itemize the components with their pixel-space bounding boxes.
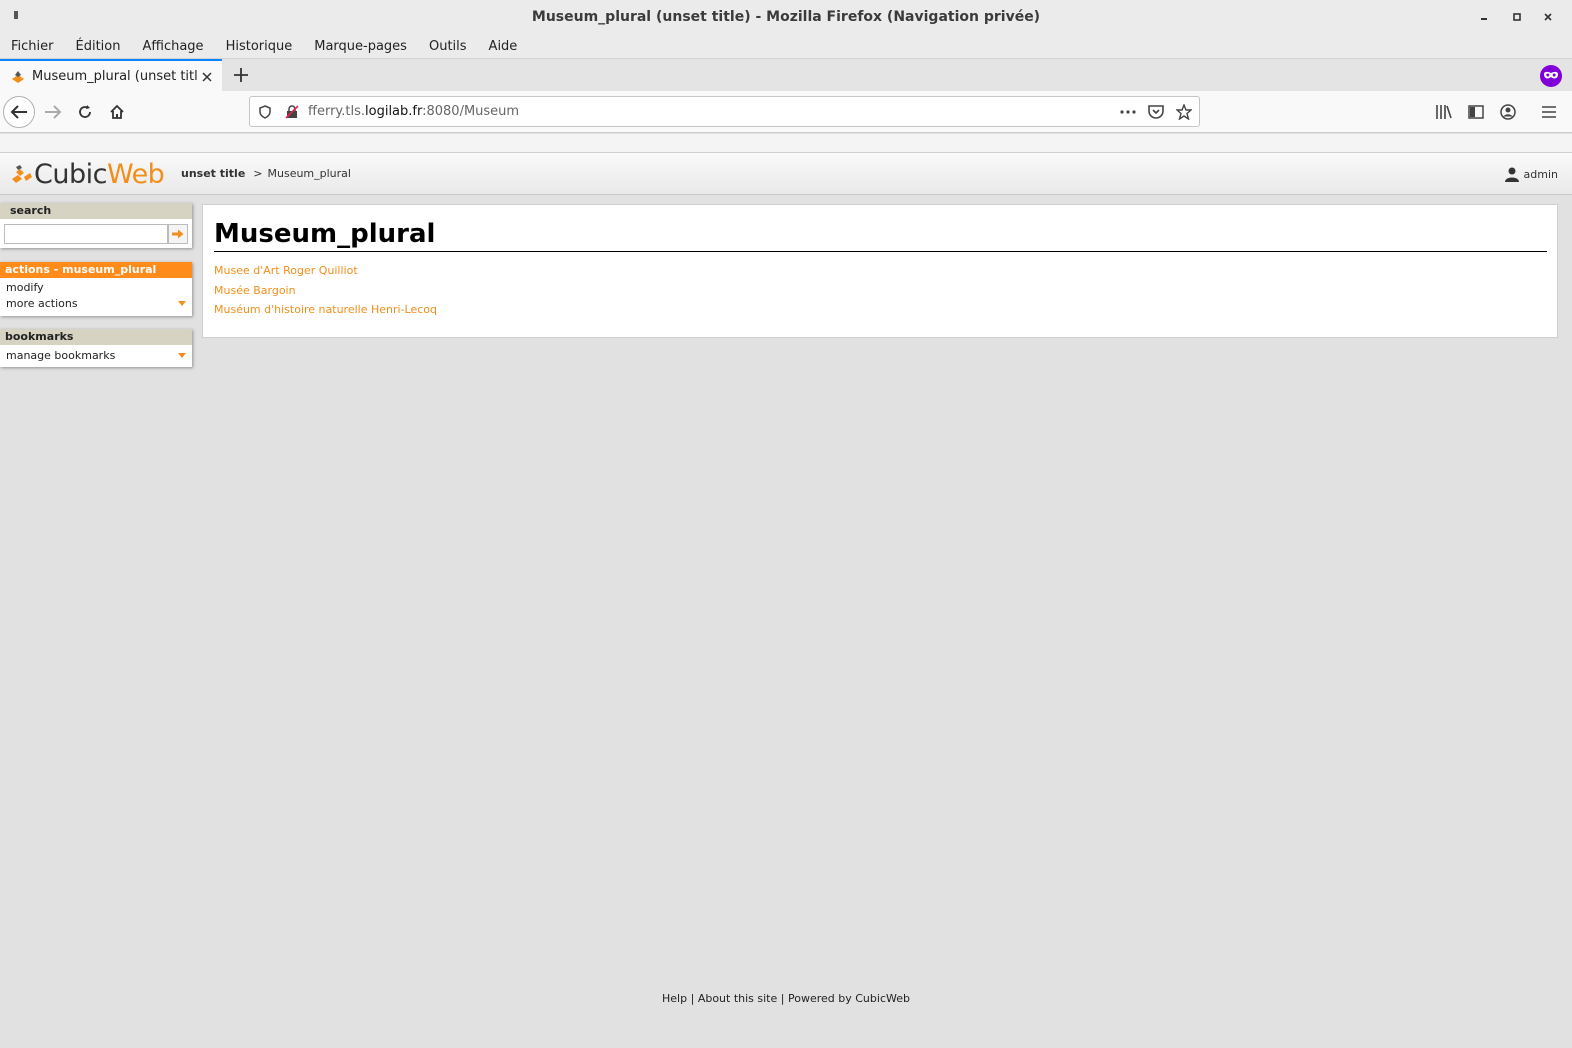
main-content: Museum_plural Musee d'Art Roger Quilliot… xyxy=(202,204,1558,338)
cubicweb-logo[interactable]: CubicWeb xyxy=(10,159,165,190)
manage-bookmarks[interactable]: manage bookmarks xyxy=(0,348,192,364)
window-menu-icon[interactable] xyxy=(14,11,18,19)
user-icon xyxy=(1504,167,1519,182)
minimize-icon[interactable] xyxy=(1475,8,1493,26)
footer-separator: | xyxy=(780,992,785,1005)
home-button[interactable] xyxy=(101,96,133,128)
new-tab-icon[interactable] xyxy=(229,63,253,87)
breadcrumb-root[interactable]: unset title xyxy=(181,167,245,180)
account-icon[interactable] xyxy=(1498,102,1518,122)
arrow-right-icon xyxy=(172,229,184,239)
menu-bar: Fichier Édition Affichage Historique Mar… xyxy=(0,34,1572,58)
footer: Help | About this site | Powered by Cubi… xyxy=(0,992,1572,1005)
user-name: admin xyxy=(1523,167,1558,181)
site-header: CubicWeb unset title > Museum_plural adm… xyxy=(0,152,1572,195)
url-text: fferry.tls.logilab.fr:8080/Museum xyxy=(308,104,519,119)
footer-separator: | xyxy=(690,992,695,1005)
menu-edition[interactable]: Édition xyxy=(68,39,129,54)
tab-title: Museum_plural (unset title) xyxy=(32,69,198,84)
tracking-shield-icon[interactable] xyxy=(256,103,274,121)
tab-close-icon[interactable] xyxy=(198,68,216,86)
bookmarks-box: bookmarks manage bookmarks xyxy=(0,329,192,367)
url-suffix: :8080/Museum xyxy=(422,104,520,119)
footer-help-link[interactable]: Help xyxy=(662,992,687,1005)
menu-historique[interactable]: Historique xyxy=(218,39,301,54)
action-more-actions[interactable]: more actions xyxy=(0,296,192,312)
cubicweb-logo-icon xyxy=(12,165,32,183)
url-bar[interactable]: fferry.tls.logilab.fr:8080/Museum xyxy=(249,96,1200,127)
pocket-icon[interactable] xyxy=(1147,103,1165,121)
cubicweb-favicon-icon xyxy=(10,69,26,85)
library-icon[interactable] xyxy=(1434,102,1454,122)
manage-bookmarks-label: manage bookmarks xyxy=(6,349,116,362)
browser-tab[interactable]: Museum_plural (unset title) xyxy=(0,59,222,92)
reload-button[interactable] xyxy=(69,96,101,128)
page-actions-icon[interactable] xyxy=(1119,103,1137,121)
actions-box: actions - museum_plural modify more acti… xyxy=(0,262,192,316)
back-button[interactable] xyxy=(3,96,35,128)
tab-strip: Museum_plural (unset title) xyxy=(0,58,1572,92)
search-row xyxy=(0,219,192,248)
hamburger-menu-icon[interactable] xyxy=(1539,102,1559,122)
bookmark-star-icon[interactable] xyxy=(1175,103,1193,121)
close-window-icon[interactable] xyxy=(1539,8,1557,26)
logo-cubic: Cubic xyxy=(34,159,107,190)
search-box: search xyxy=(0,203,192,248)
search-input[interactable] xyxy=(4,224,168,244)
search-box-title: search xyxy=(0,203,192,219)
url-domain: logilab.fr xyxy=(365,104,423,119)
menu-marque-pages[interactable]: Marque-pages xyxy=(306,39,415,54)
bookmarks-list: manage bookmarks xyxy=(0,345,192,364)
footer-about-link[interactable]: About this site xyxy=(698,992,777,1005)
sidebar-toggle-icon[interactable] xyxy=(1466,102,1486,122)
action-modify[interactable]: modify xyxy=(0,280,192,296)
menu-aide[interactable]: Aide xyxy=(481,39,526,54)
url-prefix: fferry.tls. xyxy=(308,104,366,119)
chevron-down-icon xyxy=(178,301,186,306)
breadcrumb-current: Museum_plural xyxy=(267,167,351,180)
list-item[interactable]: Muséum d'histoire naturelle Henri-Lecoq xyxy=(214,302,437,322)
list-item[interactable]: Musee d'Art Roger Quilliot xyxy=(214,263,437,283)
navigation-bar: fferry.tls.logilab.fr:8080/Museum xyxy=(0,91,1572,133)
list-item[interactable]: Musée Bargoin xyxy=(214,283,437,303)
logo-web: Web xyxy=(106,159,165,190)
window-titlebar: Museum_plural (unset title) - Mozilla Fi… xyxy=(0,0,1572,34)
menu-affichage[interactable]: Affichage xyxy=(134,39,211,54)
insecure-lock-icon[interactable] xyxy=(283,103,301,121)
logo-text: CubicWeb xyxy=(34,159,165,190)
window-title: Museum_plural (unset title) - Mozilla Fi… xyxy=(531,9,1041,25)
breadcrumb-separator: > xyxy=(253,167,263,180)
actions-box-title: actions - museum_plural xyxy=(0,262,192,278)
menu-fichier[interactable]: Fichier xyxy=(3,39,62,54)
bookmarks-box-title: bookmarks xyxy=(0,329,192,345)
menu-outils[interactable]: Outils xyxy=(421,39,475,54)
page-top-spacer xyxy=(0,134,1572,152)
breadcrumb: unset title > Museum_plural xyxy=(181,167,351,180)
actions-list: modify more actions xyxy=(0,278,192,312)
museum-list: Musee d'Art Roger Quilliot Musée Bargoin… xyxy=(214,263,437,322)
more-actions-label: more actions xyxy=(6,297,78,310)
footer-powered-link[interactable]: Powered by CubicWeb xyxy=(788,992,910,1005)
maximize-icon[interactable] xyxy=(1508,8,1526,26)
forward-button[interactable] xyxy=(37,96,69,128)
user-menu[interactable]: admin xyxy=(1504,166,1558,182)
private-browsing-icon xyxy=(1540,65,1562,87)
page-title: Museum_plural xyxy=(214,218,1547,252)
chevron-down-icon xyxy=(178,353,186,358)
search-submit-button[interactable] xyxy=(168,224,188,244)
